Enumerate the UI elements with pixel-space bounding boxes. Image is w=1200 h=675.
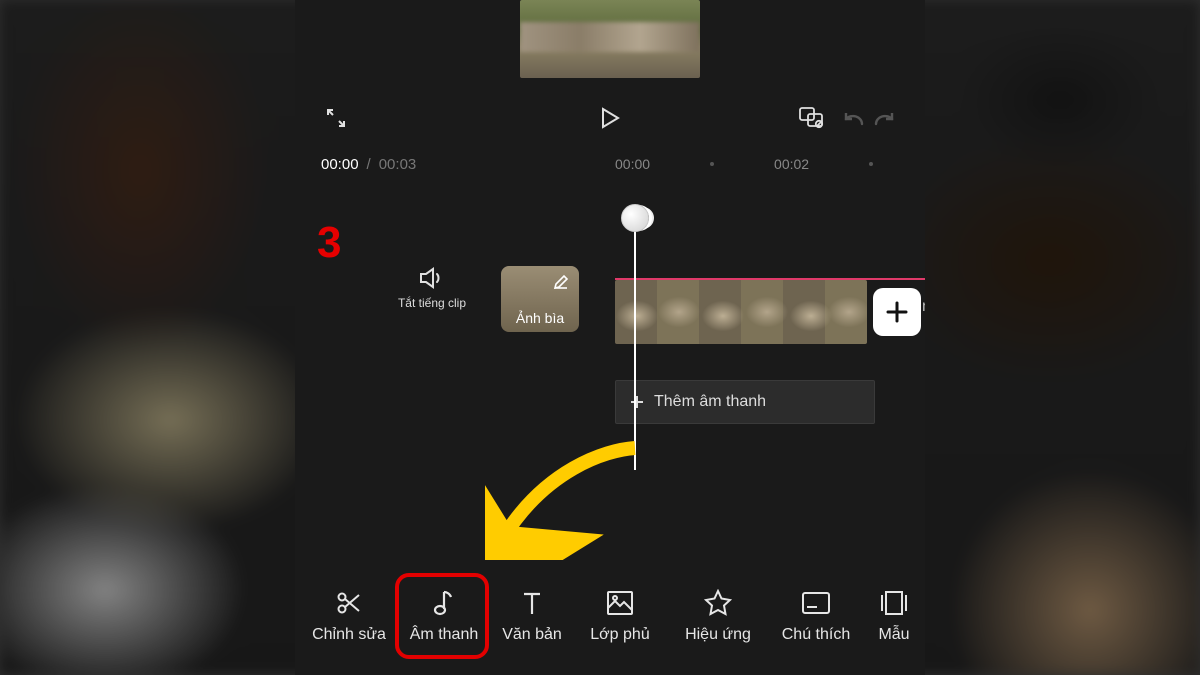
text-icon (517, 588, 547, 618)
time-current: 00:00 (321, 156, 359, 173)
layers-icon (799, 107, 825, 129)
play-icon (599, 106, 621, 130)
ruler-mark: 00:00 (615, 156, 650, 172)
plus-icon (884, 299, 910, 325)
undo-icon (842, 108, 866, 128)
bottom-toolbar: Chỉnh sửa Âm thanh Văn bản Lớp phủ Hiệu … (295, 565, 925, 675)
tool-template[interactable]: Mẫu (869, 588, 919, 644)
template-icon (879, 588, 909, 618)
play-button[interactable] (595, 103, 625, 133)
annotation-arrow (485, 440, 645, 560)
time-separator: / (367, 156, 371, 173)
caption-icon (801, 588, 831, 618)
playhead[interactable] (634, 210, 636, 470)
ruler-dot (710, 162, 714, 166)
tool-overlay[interactable]: Lớp phủ (575, 588, 665, 644)
video-clip[interactable] (615, 280, 867, 344)
timeline-ruler: 00:00 00:02 (615, 156, 925, 172)
tool-label: Hiệu ứng (685, 626, 751, 644)
tool-label: Lớp phủ (590, 626, 649, 644)
cover-label: Ảnh bìa (516, 310, 564, 326)
tool-effects[interactable]: Hiệu ứng (673, 588, 763, 644)
speaker-icon (418, 266, 446, 290)
star-icon (703, 588, 733, 618)
add-audio-button[interactable]: Thêm âm thanh (615, 380, 875, 424)
tool-label: Chú thích (782, 626, 850, 644)
ruler-dot (869, 162, 873, 166)
add-clip-button[interactable] (873, 288, 921, 336)
plus-icon (630, 395, 644, 409)
fullscreen-button[interactable] (321, 103, 351, 133)
scissors-icon (334, 588, 364, 618)
fullscreen-icon (324, 106, 348, 130)
video-track[interactable]: m (615, 278, 925, 342)
add-clip-trail-text: m (922, 298, 925, 316)
mute-clip-button[interactable]: Tắt tiếng clip (383, 266, 481, 310)
tool-text[interactable]: Văn bản (497, 588, 567, 644)
layers-button[interactable] (797, 103, 827, 133)
redo-button[interactable] (869, 103, 899, 133)
tool-label: Văn bản (502, 626, 562, 644)
tool-edit[interactable]: Chỉnh sửa (307, 588, 391, 644)
tool-label: Mẫu (878, 626, 909, 644)
video-preview[interactable] (520, 0, 700, 78)
ruler-mark: 00:02 (774, 156, 809, 172)
tool-label: Chỉnh sửa (312, 626, 386, 644)
redo-icon (872, 108, 896, 128)
add-audio-label: Thêm âm thanh (654, 393, 766, 411)
undo-button[interactable] (839, 103, 869, 133)
edit-icon (553, 274, 569, 290)
annotation-highlight-box (395, 573, 489, 659)
video-editor-app: 00:00 / 00:03 00:00 00:02 3 Tắt tiếng cl… (295, 0, 925, 675)
time-total: 00:03 (379, 156, 417, 173)
cover-thumbnail-button[interactable]: Ảnh bìa (501, 266, 579, 332)
annotation-step-number: 3 (317, 218, 341, 268)
player-controls (295, 96, 925, 140)
tool-caption[interactable]: Chú thích (771, 588, 861, 644)
image-icon (605, 588, 635, 618)
mute-clip-label: Tắt tiếng clip (398, 296, 466, 310)
